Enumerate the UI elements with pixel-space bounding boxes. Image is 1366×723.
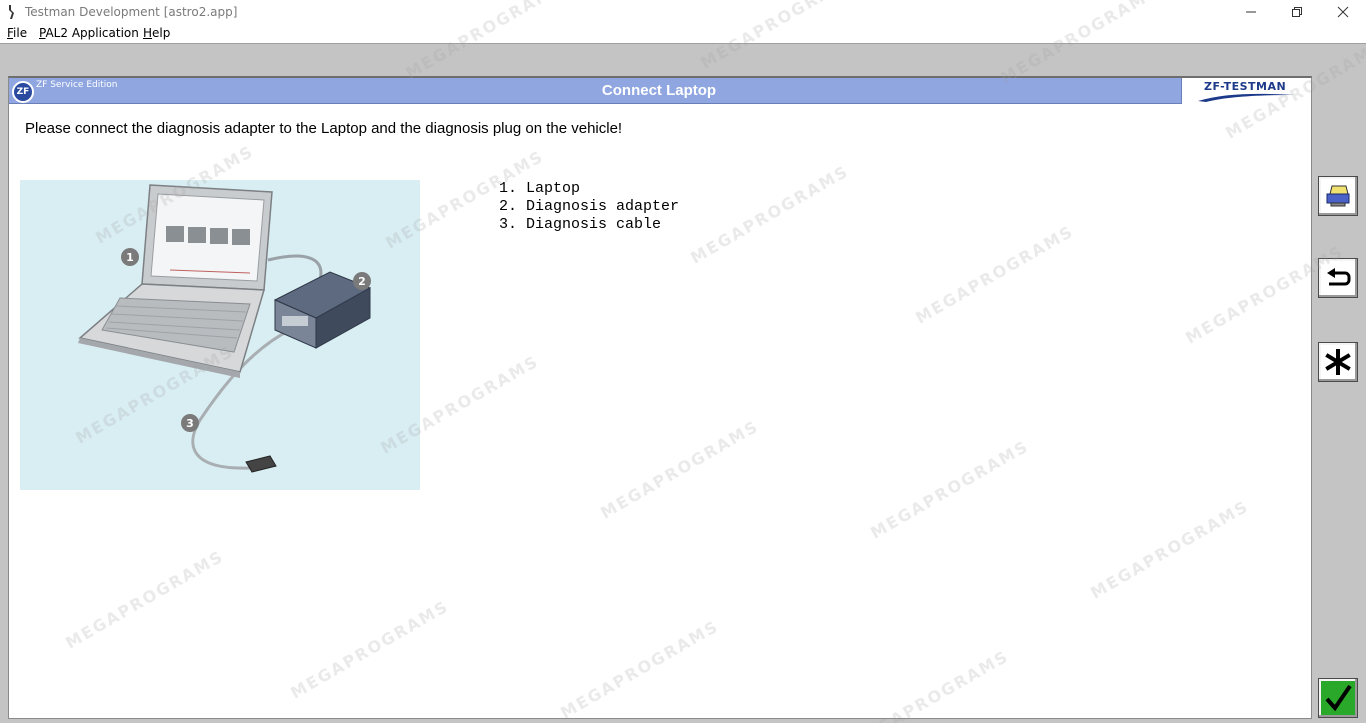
callout-3: 3	[186, 417, 194, 430]
window-title: Testman Development [astro2.app]	[25, 5, 238, 19]
menu-help[interactable]: Help	[143, 26, 170, 40]
restore-button[interactable]	[1274, 0, 1320, 24]
connection-illustration: 1 2 3	[20, 180, 420, 490]
brand-logo: ZF-TESTMAN	[1181, 78, 1311, 104]
main-panel: ZF ZF Service Edition Connect Laptop ZF-…	[8, 76, 1312, 719]
laptop-adapter-image: 1 2 3	[78, 184, 372, 473]
back-button[interactable]	[1318, 258, 1358, 298]
legend-item: 1. Laptop	[499, 180, 581, 197]
close-icon	[1337, 6, 1349, 18]
component-legend: 1. Laptop 2. Diagnosis adapter 3. Diagno…	[499, 180, 679, 234]
asterisk-icon	[1325, 349, 1351, 375]
tool-icon	[9, 5, 14, 19]
minimize-icon	[1246, 11, 1256, 13]
menu-pal2-application[interactable]: PAL2 Application	[39, 26, 139, 40]
print-button[interactable]	[1318, 176, 1358, 216]
menu-bar: File PAL2 Application Help	[0, 24, 1366, 44]
instruction-text: Please connect the diagnosis adapter to …	[25, 120, 623, 137]
callout-1: 1	[126, 251, 134, 264]
legend-item: 2. Diagnosis adapter	[499, 198, 680, 215]
title-bar: Testman Development [astro2.app]	[0, 0, 1366, 24]
minimize-button[interactable]	[1228, 0, 1274, 24]
toolbar-area	[0, 45, 1366, 77]
checkmark-icon	[1321, 681, 1355, 715]
zf-logo: ZF	[12, 81, 34, 103]
edition-label: ZF Service Edition	[36, 80, 118, 90]
legend-item: 3. Diagnosis cable	[499, 216, 662, 233]
return-arrow-icon	[1327, 268, 1351, 286]
asterisk-button[interactable]	[1318, 342, 1358, 382]
ok-button[interactable]	[1318, 678, 1358, 718]
printer-icon	[1326, 185, 1350, 207]
page-title: Connect Laptop	[601, 82, 717, 99]
menu-file[interactable]: File	[7, 26, 27, 40]
close-button[interactable]	[1320, 0, 1366, 24]
restore-icon	[1292, 7, 1302, 17]
callout-2: 2	[358, 275, 366, 288]
panel-header: ZF ZF Service Edition Connect Laptop ZF-…	[9, 78, 1311, 104]
swoosh-icon	[1198, 93, 1294, 102]
